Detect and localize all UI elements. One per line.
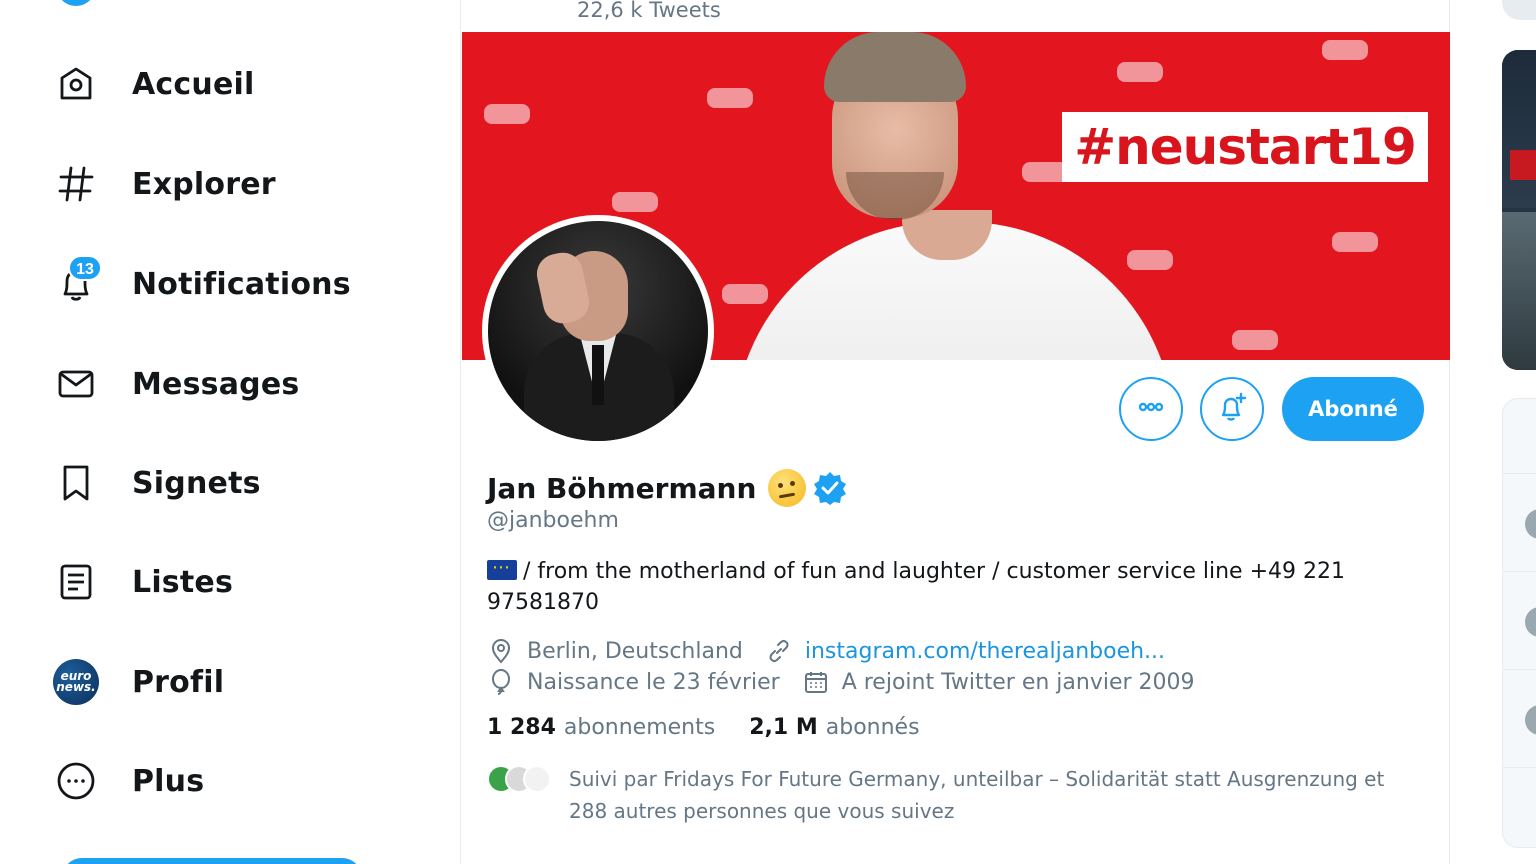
more-circle-icon bbox=[52, 757, 100, 805]
profile-website-link[interactable]: instagram.com/therealjanboeh... bbox=[805, 639, 1165, 664]
profile-avatar-large[interactable] bbox=[482, 215, 714, 447]
location-pin-icon bbox=[487, 637, 515, 665]
nav-item-lists[interactable]: Listes bbox=[52, 552, 233, 612]
bell-plus-icon bbox=[1216, 391, 1248, 428]
card-divider bbox=[1503, 571, 1536, 572]
profile-bio: / from the motherland of fun and laughte… bbox=[487, 552, 1387, 618]
tweets-count: 22,6 k Tweets bbox=[577, 0, 721, 22]
hashtag-icon bbox=[52, 160, 100, 208]
nav-label-explore: Explorer bbox=[132, 166, 276, 202]
banner-logo-pattern bbox=[1117, 62, 1163, 82]
followers-count-link[interactable]: 2,1 M abonnés bbox=[749, 715, 919, 740]
who-to-follow-card bbox=[1502, 398, 1536, 848]
sidebar-nav: Accueil Explorer 13 Notifications Messag… bbox=[0, 0, 440, 864]
media-thumbnail bbox=[1502, 212, 1536, 370]
mutual-follower-avatar bbox=[523, 765, 551, 793]
profile-avatar: euro news. bbox=[52, 658, 100, 706]
nav-label-profile: Profil bbox=[132, 664, 225, 700]
followers-count: 2,1 M bbox=[749, 715, 818, 740]
media-thumbnail-overlay bbox=[1510, 150, 1536, 180]
card-divider bbox=[1503, 767, 1536, 768]
following-button[interactable]: Abonné bbox=[1282, 377, 1424, 441]
profile-birthday: Naissance le 23 février bbox=[527, 669, 780, 695]
notifications-toggle-button[interactable] bbox=[1200, 377, 1264, 441]
followed-by-text: Suivi par Fridays For Future Germany, un… bbox=[569, 767, 1385, 823]
media-thumbnails[interactable] bbox=[1502, 50, 1536, 370]
nav-item-more[interactable]: Plus bbox=[52, 751, 204, 811]
eu-flag-icon bbox=[487, 552, 517, 583]
twitter-logo-icon[interactable] bbox=[56, 0, 96, 6]
nav-item-home[interactable]: Accueil bbox=[52, 54, 254, 114]
followed-by-section[interactable]: Suivi par Fridays For Future Germany, un… bbox=[487, 763, 1387, 827]
bell-icon: 13 bbox=[52, 255, 102, 308]
following-count: 1 284 bbox=[487, 715, 556, 740]
search-box-stub[interactable] bbox=[1502, 0, 1536, 20]
followers-label: abonnés bbox=[825, 715, 920, 740]
nav-label-more: Plus bbox=[132, 763, 205, 799]
nav-label-notifications: Notifications bbox=[132, 266, 351, 302]
profile-column: 22,6 k Tweets #neustart19 Abonné Jan Böh… bbox=[460, 0, 1450, 864]
profile-joined-date: A rejoint Twitter en janvier 2009 bbox=[841, 669, 1195, 695]
banner-logo-pattern bbox=[1232, 330, 1278, 350]
more-icon bbox=[1135, 391, 1167, 428]
envelope-icon bbox=[52, 360, 100, 408]
link-icon bbox=[765, 637, 793, 665]
following-label: abonnements bbox=[563, 715, 716, 740]
profile-avatar-text: euro news. bbox=[53, 659, 99, 705]
profile-meta-row-2: Naissance le 23 février A rejoint Twitte… bbox=[487, 667, 1195, 697]
notification-count-badge: 13 bbox=[68, 255, 102, 281]
nav-item-profile[interactable]: euro news. Profil bbox=[52, 652, 224, 712]
photo-tie bbox=[592, 345, 604, 405]
nav-label-home: Accueil bbox=[132, 66, 255, 102]
banner-logo-pattern bbox=[612, 192, 658, 212]
bio-text: / from the motherland of fun and laughte… bbox=[487, 559, 1345, 615]
banner-logo-pattern bbox=[1127, 250, 1173, 270]
suggested-user-avatar[interactable] bbox=[1525, 705, 1536, 735]
nav-label-messages: Messages bbox=[132, 366, 300, 402]
nav-label-bookmarks: Signets bbox=[132, 465, 261, 501]
more-options-button[interactable] bbox=[1119, 377, 1183, 441]
nav-item-messages[interactable]: Messages bbox=[52, 354, 299, 414]
banner-logo-pattern bbox=[1322, 40, 1368, 60]
card-divider bbox=[1503, 669, 1536, 670]
profile-location: Berlin, Deutschland bbox=[527, 638, 743, 664]
banner-logo-pattern bbox=[484, 104, 530, 124]
bookmark-icon bbox=[52, 459, 100, 507]
nav-item-explore[interactable]: Explorer bbox=[52, 154, 276, 214]
display-name: Jan Böhmermann bbox=[487, 471, 757, 505]
calendar-icon bbox=[802, 668, 830, 696]
balloon-icon bbox=[487, 668, 515, 696]
banner-person-hair bbox=[824, 32, 966, 102]
profile-meta-row-1: Berlin, Deutschland instagram.com/therea… bbox=[487, 636, 1165, 666]
nav-item-notifications[interactable]: 13 Notifications bbox=[52, 254, 351, 314]
nav-item-bookmarks[interactable]: Signets bbox=[52, 453, 261, 513]
banner-logo-pattern bbox=[707, 88, 753, 108]
profile-photo bbox=[488, 221, 708, 441]
tweet-button[interactable] bbox=[62, 858, 362, 864]
profile-name-row: Jan Böhmermann bbox=[487, 466, 848, 510]
home-icon bbox=[52, 60, 100, 108]
verified-badge-icon bbox=[814, 472, 847, 505]
nav-label-lists: Listes bbox=[132, 564, 233, 600]
profile-handle: @janboehm bbox=[487, 508, 619, 533]
banner-logo-pattern bbox=[1332, 232, 1378, 252]
list-icon bbox=[52, 558, 100, 606]
mutual-followers-avatars bbox=[487, 763, 553, 795]
suggested-user-avatar[interactable] bbox=[1525, 509, 1536, 539]
raised-eyebrow-emoji-icon bbox=[768, 469, 807, 507]
card-divider bbox=[1503, 473, 1536, 474]
suggested-user-avatar[interactable] bbox=[1525, 607, 1536, 637]
banner-logo-pattern bbox=[722, 284, 768, 304]
media-thumbnail bbox=[1502, 50, 1536, 208]
profile-stats: 1 284 abonnements 2,1 M abonnés bbox=[487, 715, 954, 740]
banner-hashtag: #neustart19 bbox=[1062, 112, 1428, 182]
following-count-link[interactable]: 1 284 abonnements bbox=[487, 715, 715, 740]
